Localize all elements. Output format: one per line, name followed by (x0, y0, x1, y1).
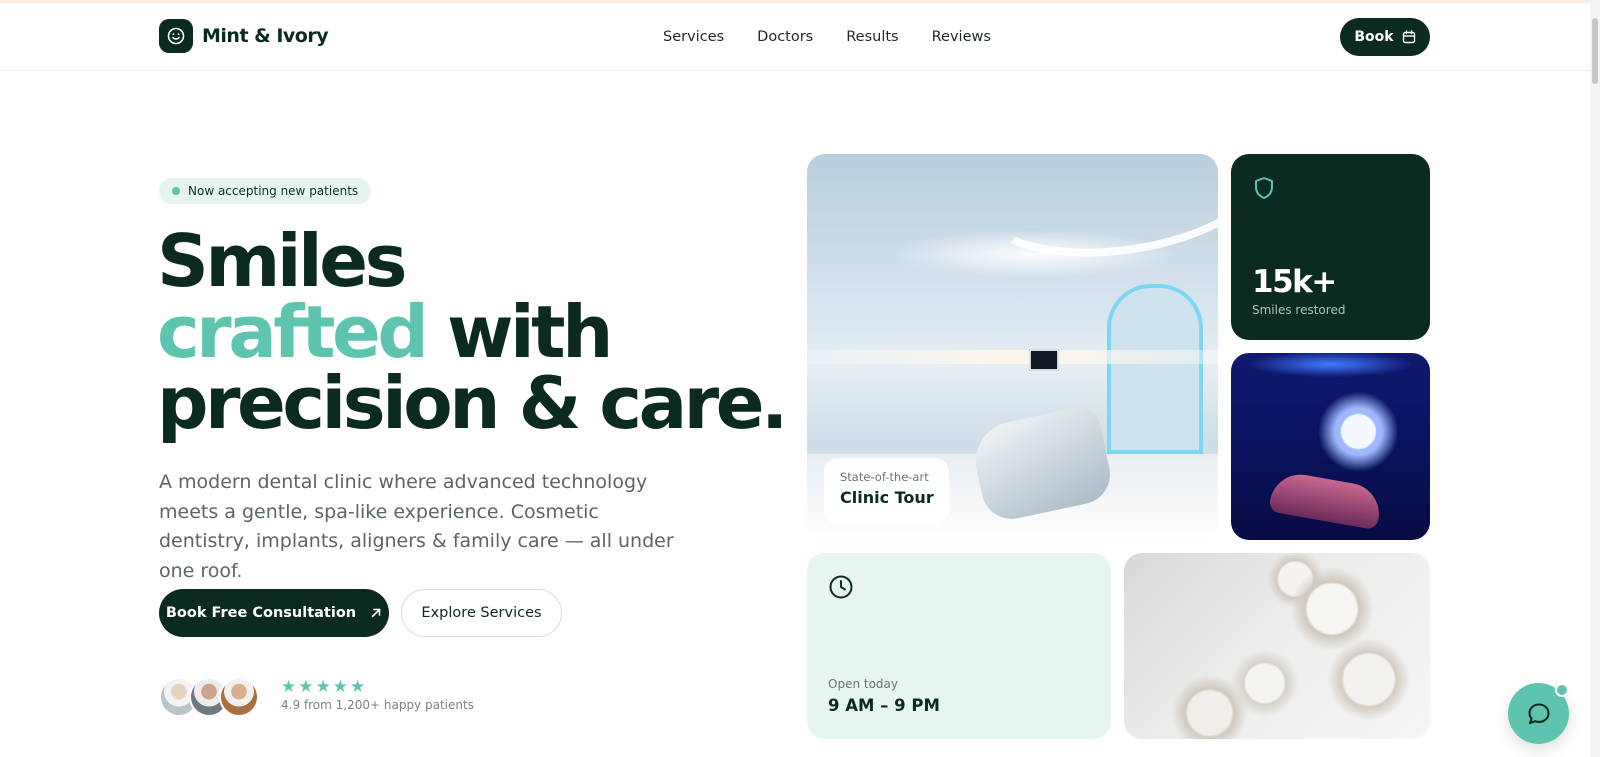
treatment-chair-shape (1268, 469, 1384, 531)
book-button[interactable]: Book (1340, 18, 1430, 56)
wall-light-shape (807, 350, 1218, 364)
shield-icon (1255, 177, 1273, 199)
doctor-avatars (159, 677, 259, 717)
status-badge-text: Now accepting new patients (188, 184, 359, 198)
headline-line-1: Smiles (157, 219, 407, 303)
ceiling-light-shape (969, 154, 1218, 274)
hours-value: 9 AM – 9 PM (828, 696, 940, 715)
book-consultation-button[interactable]: Book Free Consultation (159, 589, 389, 637)
clinic-tour-title: Clinic Tour (840, 488, 934, 507)
dental-molds-image (1124, 553, 1430, 739)
arched-door-shape (1107, 284, 1203, 454)
hours-kicker: Open today (828, 677, 898, 691)
smile-icon (159, 19, 193, 53)
stat-value: 15k+ (1252, 264, 1337, 300)
clock-icon (829, 575, 853, 599)
arrow-up-right-icon (371, 608, 381, 618)
patient-rating: ★★★★★ 4.9 from 1,200+ happy patients (281, 678, 474, 712)
opening-hours-card: Open today 9 AM – 9 PM (807, 553, 1111, 739)
page-scrollbar[interactable] (1590, 0, 1600, 757)
main-nav: Services Doctors Results Reviews (663, 29, 1024, 45)
star-rating-icon: ★★★★★ (281, 677, 368, 697)
nav-services[interactable]: Services (663, 29, 724, 45)
stat-label: Smiles restored (1252, 303, 1346, 317)
nav-results[interactable]: Results (846, 29, 898, 45)
chat-bubble-icon (1527, 702, 1550, 724)
nav-doctors[interactable]: Doctors (757, 29, 813, 45)
rating-text: 4.9 from 1,200+ happy patients (281, 698, 474, 712)
book-button-label: Book (1354, 29, 1394, 45)
site-header: Mint & Ivory Services Doctors Results Re… (0, 3, 1590, 71)
hero-headline: Smiles crafted with precision & care. (157, 219, 788, 445)
explore-services-button[interactable]: Explore Services (401, 589, 562, 637)
explore-services-label: Explore Services (421, 605, 542, 621)
scrollbar-thumb[interactable] (1592, 18, 1598, 84)
nav-reviews[interactable]: Reviews (932, 29, 991, 45)
logo[interactable]: Mint & Ivory (159, 19, 329, 53)
headline-line-3: precision & care. (157, 361, 788, 445)
clinic-interior-image: State-of-the-art Clinic Tour (807, 154, 1218, 540)
book-consultation-label: Book Free Consultation (165, 605, 357, 621)
smiles-restored-card: 15k+ Smiles restored (1231, 154, 1430, 340)
monitor-shape (1029, 349, 1059, 371)
treatment-room-image (1231, 353, 1430, 540)
headline-line-2: crafted with (157, 296, 785, 368)
clinic-tour-kicker: State-of-the-art (840, 470, 929, 484)
calendar-icon (1402, 30, 1415, 44)
brand-name: Mint & Ivory (202, 25, 329, 47)
avatar (219, 677, 259, 717)
hero-description: A modern dental clinic where advanced te… (159, 471, 674, 582)
clinic-tour-chip[interactable]: State-of-the-art Clinic Tour (824, 458, 949, 524)
status-dot (172, 187, 180, 195)
status-badge: Now accepting new patients (159, 178, 372, 204)
chat-notification-dot (1555, 683, 1569, 697)
